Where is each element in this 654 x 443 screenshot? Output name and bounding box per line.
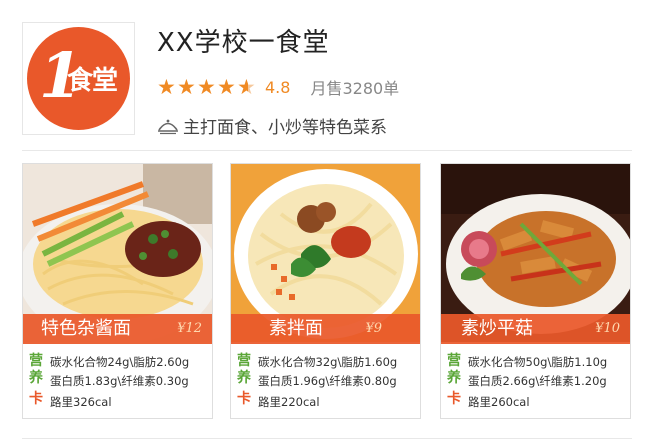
- dish-price: ¥12: [177, 321, 202, 336]
- star-half-icon: ★: [237, 75, 256, 99]
- calorie-line: 路里220cal: [258, 395, 320, 409]
- nutrition-badge: 养: [447, 370, 461, 386]
- dish-price: ¥9: [365, 321, 382, 336]
- calorie-line: 路里260cal: [468, 395, 530, 409]
- rating-row: ★ ★ ★ ★ ★ 4.8 月售3280单: [157, 74, 399, 100]
- nutrition-badge: 养: [237, 370, 251, 386]
- dish-card[interactable]: 素炒平菇 ¥10 营 养 卡 碳水化合物50g\脂肪1.10g 蛋白质2.66g…: [440, 163, 631, 419]
- nutrition-badge: 养: [29, 370, 43, 386]
- nutrition-line: 蛋白质1.96g\纤维素0.80g: [258, 374, 397, 388]
- dish-name: 素炒平菇: [461, 318, 533, 339]
- logo-text: 食堂: [67, 66, 118, 96]
- logo-circle: 1 食堂: [27, 27, 130, 130]
- star-icon: ★: [217, 75, 236, 99]
- rating-score: 4.8: [265, 77, 291, 97]
- store-name: XX学校一食堂: [157, 28, 330, 58]
- nutrition-line: 蛋白质1.83g\纤维素0.30g: [50, 374, 189, 388]
- divider: [22, 438, 632, 439]
- dish-cover-icon: [158, 119, 178, 135]
- calorie-line: 路里326cal: [50, 395, 112, 409]
- calorie-badge: 卡: [29, 391, 43, 407]
- star-icon: ★: [197, 75, 216, 99]
- star-icon: ★: [157, 75, 176, 99]
- dish-name-bar: 特色杂酱面 ¥12: [23, 314, 212, 344]
- nutrition-line: 碳水化合物50g\脂肪1.10g: [468, 355, 608, 369]
- store-tagline: 主打面食、小炒等特色菜系: [157, 112, 387, 138]
- nutrition-line: 碳水化合物24g\脂肪2.60g: [50, 355, 190, 369]
- monthly-sales: 月售3280单: [310, 79, 400, 98]
- divider: [22, 150, 632, 151]
- dish-card[interactable]: 特色杂酱面 ¥12 营 养 卡 碳水化合物24g\脂肪2.60g 蛋白质1.83…: [22, 163, 213, 419]
- dish-card[interactable]: 素拌面 ¥9 营 养 卡 碳水化合物32g\脂肪1.60g 蛋白质1.96g\纤…: [230, 163, 421, 419]
- dish-name-bar: 素拌面 ¥9: [231, 314, 420, 344]
- dish-name-bar: 素炒平菇 ¥10: [441, 314, 630, 344]
- dish-name: 素拌面: [269, 318, 323, 339]
- star-rating: ★ ★ ★ ★ ★: [157, 76, 257, 98]
- calorie-badge: 卡: [447, 391, 461, 407]
- nutrition-line: 碳水化合物32g\脂肪1.60g: [258, 355, 398, 369]
- nutrition-line: 蛋白质2.66g\纤维素1.20g: [468, 374, 607, 388]
- dish-price: ¥10: [595, 321, 620, 336]
- store-logo[interactable]: 1 食堂: [22, 22, 135, 135]
- tagline-text: 主打面食、小炒等特色菜系: [183, 117, 387, 138]
- store-header: 1 食堂 XX学校一食堂 ★ ★ ★ ★ ★ 4.8 月售3280单 主打面食、…: [22, 22, 632, 150]
- dish-name: 特色杂酱面: [41, 318, 131, 339]
- calorie-badge: 卡: [237, 391, 251, 407]
- star-icon: ★: [177, 75, 196, 99]
